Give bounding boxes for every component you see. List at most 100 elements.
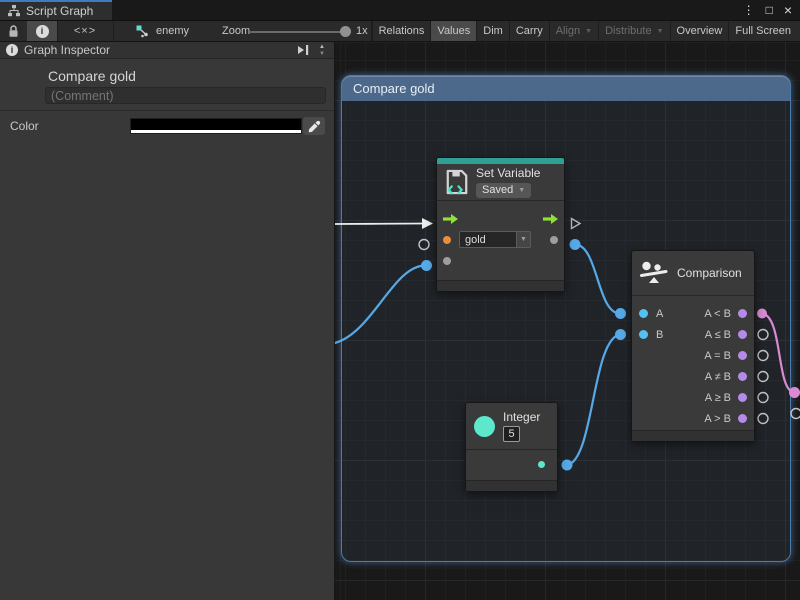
comparison-row: B A ≤ B [632,324,754,345]
window-controls: ⋮ □ × [743,0,800,20]
port-variable-name-in[interactable] [443,236,451,244]
graph-title: Compare gold [48,68,136,84]
code-view-button[interactable]: <×> [57,21,113,41]
wire-value-in[interactable] [335,266,425,344]
port-output-a-eq-b[interactable] [738,351,747,360]
comparison-row: A ≠ B [632,366,754,387]
color-swatch[interactable] [130,118,302,134]
maximize-icon[interactable]: □ [766,4,773,16]
comparison-row: A = B [632,345,754,366]
distribute-button[interactable]: Distribute ▼ [598,21,669,41]
title-bar: Script Graph ⋮ □ × [0,0,800,20]
unconnected-port-circle[interactable] [758,414,768,424]
port-output-a-gt-b[interactable] [738,414,747,423]
comparison-row: A > B [632,408,754,429]
port-value-in[interactable] [443,257,451,265]
code-icon: <×> [74,25,96,37]
integer-value-field[interactable]: 5 [503,426,520,442]
node-set-variable[interactable]: Set Variable Saved ▼ gold ▼ [436,157,565,292]
variable-name-dropdown[interactable]: gold ▼ [459,231,531,248]
info-icon: i [36,25,49,38]
wire-setvar-to-a[interactable] [575,245,620,314]
zoom-slider-handle[interactable] [340,26,351,37]
node-title: Comparison [677,266,742,280]
node-title: Integer [503,410,540,424]
panel-spinner[interactable]: ▲ ▼ [316,44,328,57]
graph-node-icon [136,25,149,38]
wire-endpoint[interactable] [562,460,573,471]
comment-input[interactable] [45,87,326,104]
unconnected-port-circle[interactable] [419,240,429,250]
comparison-icon [640,260,670,286]
port-flow-out[interactable] [543,214,558,224]
tab-label: Script Graph [26,4,93,18]
chevron-down-icon: ▼ [585,28,592,35]
port-output-a-gte-b[interactable] [738,393,747,402]
chevron-down-icon[interactable]: ▼ [516,232,530,247]
lock-button[interactable] [0,21,27,41]
port-output-a-neq-b[interactable] [738,372,747,381]
wire-endpoint[interactable] [615,329,626,340]
graph-canvas[interactable]: Compare gold [335,42,800,600]
node-footer [632,430,754,441]
inspector-header: i Graph Inspector ▲ ▼ [0,42,334,59]
node-footer [437,280,564,291]
unconnected-port-circle[interactable] [758,330,768,340]
breadcrumb-graph[interactable]: enemy [130,21,195,41]
node-integer[interactable]: Integer 5 [465,402,558,492]
graph-toolbar: i <×> enemy Zoom 1x Relations Values Dim… [0,20,800,42]
node-comparison[interactable]: Comparison A A < B B A ≤ B A = B A ≠ B [631,250,755,442]
values-button[interactable]: Values [430,21,476,41]
dock-panel-icon[interactable] [297,44,310,56]
wire-endpoint[interactable] [421,260,432,271]
port-value-out[interactable] [538,461,545,468]
port-flow-in[interactable] [443,214,458,224]
flow-out-triangle[interactable] [572,219,581,229]
unconnected-port-circle[interactable] [758,393,768,403]
overview-button[interactable]: Overview [670,21,729,41]
close-icon[interactable]: × [784,3,792,17]
wire-integer-to-b[interactable] [567,335,620,466]
zoom-slider-track[interactable] [250,31,341,33]
eyedropper-button[interactable] [303,117,325,135]
port-output-a-lt-b[interactable] [738,309,747,318]
unconnected-port-circle[interactable] [758,372,768,382]
node-footer [466,480,557,491]
comparison-row: A A < B [632,303,754,324]
port-output-a-lte-b[interactable] [738,330,747,339]
alpha-bar [131,130,301,133]
port-input-a[interactable] [639,309,648,318]
spin-down-icon: ▼ [319,51,325,57]
integer-literal-icon [474,416,495,437]
eyedropper-icon [308,120,321,133]
zoom-label: Zoom [222,25,250,37]
save-variable-icon [445,168,469,196]
graph-inspector-panel: i Graph Inspector ▲ ▼ Compare gold Color [0,42,335,600]
port-input-b[interactable] [639,330,648,339]
full-screen-button[interactable]: Full Screen [728,21,797,41]
wire-endpoint[interactable] [789,387,800,398]
wire-endpoint[interactable] [570,239,581,250]
unconnected-port-circle[interactable] [791,409,800,419]
breadcrumb-label: enemy [156,25,189,37]
chevron-down-icon: ▼ [657,28,664,35]
window-menu-icon[interactable]: ⋮ [743,4,755,16]
divider [0,110,334,111]
wire-endpoint[interactable] [615,308,626,319]
color-label: Color [10,119,39,133]
dim-button[interactable]: Dim [476,21,509,41]
wire-endpoint[interactable] [757,309,767,319]
carry-button[interactable]: Carry [509,21,549,41]
unconnected-port-circle[interactable] [758,351,768,361]
port-value-out[interactable] [550,236,558,244]
wire-flow-in[interactable] [335,224,422,225]
spin-up-icon: ▲ [319,44,325,50]
zoom-value: 1x [356,25,368,37]
tab-script-graph[interactable]: Script Graph [0,0,112,20]
lock-icon [8,25,19,38]
align-button[interactable]: Align ▼ [549,21,598,41]
relations-button[interactable]: Relations [372,21,431,41]
comparison-row: A ≥ B [632,387,754,408]
variable-kind-dropdown[interactable]: Saved ▼ [476,183,531,198]
inspector-toggle-button[interactable]: i [27,21,57,41]
